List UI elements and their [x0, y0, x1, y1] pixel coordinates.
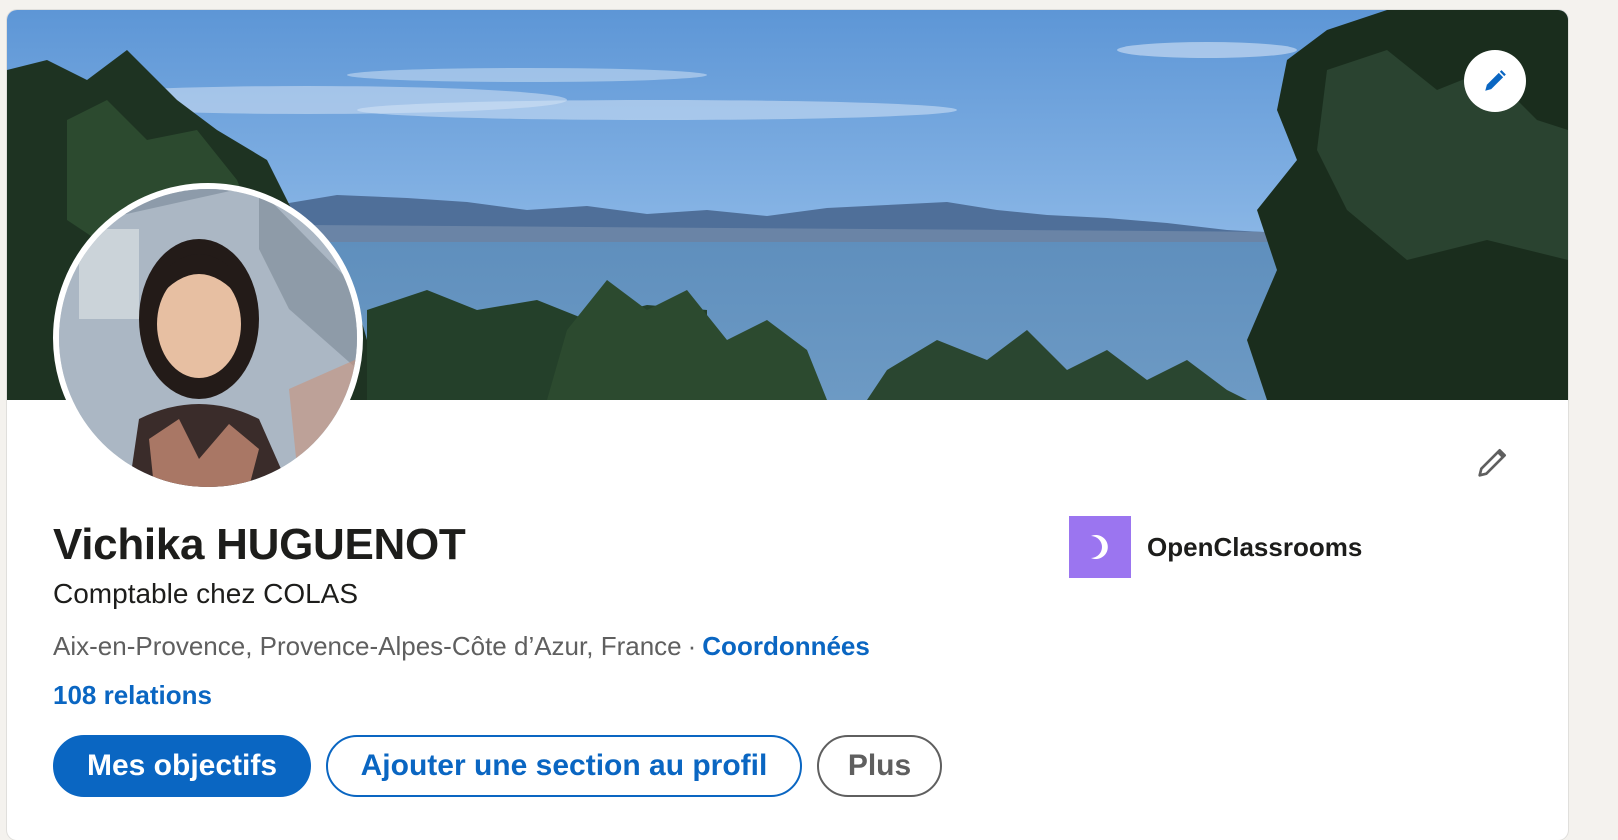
edit-cover-button[interactable] [1464, 50, 1526, 112]
organization-name: OpenClassrooms [1147, 531, 1363, 562]
profile-photo-image [59, 189, 357, 487]
location-row: Aix-en-Provence, Provence-Alpes-Côte d’A… [53, 629, 870, 663]
openclassrooms-logo-icon [1069, 516, 1131, 578]
location-text: Aix-en-Provence, Provence-Alpes-Côte d’A… [53, 631, 682, 661]
add-profile-section-button[interactable]: Ajouter une section au profil [326, 735, 802, 797]
profile-headline: Comptable chez COLAS [53, 578, 359, 609]
profile-name: Vichika HUGUENOT [53, 520, 466, 569]
pencil-icon [1478, 449, 1506, 477]
openclassrooms-logo-mark [1091, 535, 1108, 559]
contact-info-link[interactable]: Coordonnées [702, 631, 870, 661]
goals-button[interactable]: Mes objectifs [53, 735, 311, 797]
more-button[interactable]: Plus [817, 735, 942, 797]
pencil-icon [1485, 70, 1506, 91]
location-separator: · [687, 631, 697, 661]
organization-item[interactable]: OpenClassrooms [1069, 516, 1362, 578]
profile-card: Vichika HUGUENOT Comptable chez COLAS Ai… [7, 10, 1568, 840]
profile-photo[interactable] [53, 183, 363, 493]
edit-intro-button[interactable] [1469, 438, 1517, 486]
connections-link[interactable]: 108 relations [53, 678, 212, 712]
